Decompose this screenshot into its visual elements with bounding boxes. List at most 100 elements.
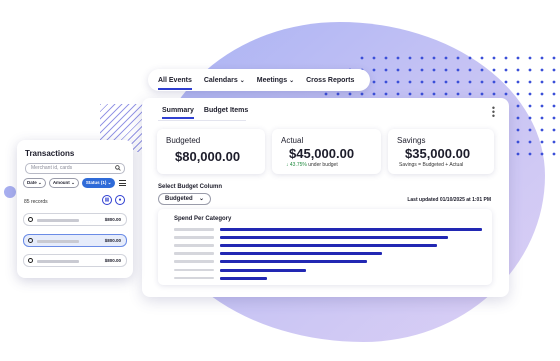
accent-dot-decoration [4,186,16,198]
decor-dot [420,56,424,60]
nav-calendars[interactable]: Calendars ⌄ [204,77,245,84]
spend-bar [220,268,307,272]
record-count: 85 records [24,199,48,205]
decor-dot [480,68,484,72]
decor-dot [540,92,544,96]
users-icon[interactable]: ● [115,195,125,205]
decor-dot [516,116,520,120]
metric-label: Savings [397,136,426,145]
arrow-down-icon: ↓ [286,162,289,168]
row-radio[interactable] [28,238,33,243]
metric-label: Actual [281,136,304,145]
decor-dot [540,128,544,132]
spend-bar-label [174,228,214,231]
decor-dot [504,80,508,84]
metric-percent: 43.75% [289,162,307,168]
decor-dot [408,56,412,60]
chevron-down-icon: ⌄ [289,77,295,84]
decor-dot [420,68,424,72]
table-row[interactable]: $800.00 [23,234,127,247]
calculator-icon[interactable]: ▦ [102,195,112,205]
decor-dot [372,92,376,96]
search-input[interactable]: Merchant id, cards [25,163,125,174]
last-updated: Last updated 01/10/2025 at 1:01 PM [407,197,491,203]
row-radio[interactable] [28,258,33,263]
search-icon[interactable] [115,165,121,171]
decor-dot [528,152,532,156]
filter-bar: Date ⌄ Amount ⌄ Status (1) ⌄ [23,178,127,188]
menu-icon[interactable] [119,180,127,186]
spend-bar-label [174,268,214,271]
decor-dot [528,80,532,84]
decor-dot [336,92,340,96]
kebab-icon[interactable]: • • • [492,104,495,121]
table-row[interactable]: $800.00 [23,254,127,267]
filter-amount[interactable]: Amount ⌄ [48,178,79,188]
filter-status[interactable]: Status (1) ⌄ [81,178,116,188]
decor-dot [456,80,460,84]
spend-bar-label [174,244,214,247]
spend-bar [220,236,448,240]
budget-column-select[interactable]: Budgeted ⌄ [158,193,211,205]
metric-value: $80,000.00 [175,149,241,164]
decor-dot [552,92,556,96]
nav-label: All Events [158,76,192,84]
filter-label: Status (1) [85,180,107,185]
decor-dot [396,92,400,96]
nav-meetings[interactable]: Meetings ⌄ [257,77,294,84]
nav-cross-reports[interactable]: Cross Reports [306,77,354,84]
decor-dot [360,56,364,60]
chevron-down-icon: ⌄ [239,77,245,84]
filter-date[interactable]: Date ⌄ [23,178,46,188]
metric-value: $45,000.00 [289,146,355,161]
row-placeholder-bar [37,260,79,263]
decor-dot [552,104,556,108]
decor-dot [396,56,400,60]
select-value: Budgeted [165,196,193,202]
decor-dot [384,68,388,72]
tab-summary[interactable]: Summary [162,107,194,119]
decor-dot [516,152,520,156]
budget-dashboard: Summary Budget Items • • • Budgeted $80,00… [142,98,509,297]
decor-dot [552,128,556,132]
decor-dot [492,56,496,60]
decor-dot [444,92,448,96]
spend-title: Spend Per Category [174,216,232,222]
decor-dot [468,68,472,72]
decor-dot [540,56,544,60]
decor-dot [528,128,532,132]
search-placeholder: Merchant id, cards [31,165,73,171]
row-radio[interactable] [28,217,33,222]
filter-label: Date [27,180,37,185]
select-budget-column-label: Select Budget Column [158,184,223,190]
decor-dot [444,80,448,84]
decor-dot [516,104,520,108]
decor-dot [552,80,556,84]
tab-budget-items[interactable]: Budget Items [204,107,248,119]
transactions-title: Transactions [25,149,75,158]
transaction-actions: ▦ ● [102,195,125,205]
decor-dot [504,92,508,96]
row-placeholder-bar [37,219,79,222]
nav-all-events[interactable]: All Events [158,76,192,90]
table-row[interactable]: $800.00 [23,213,127,226]
decor-dot [432,56,436,60]
decor-dot [468,80,472,84]
decor-dot [372,80,376,84]
nav-label: Meetings [256,76,288,84]
metric-savings: Savings $35,000.00 Savings = Budgeted + … [388,129,494,174]
decor-dot [468,92,472,96]
decor-dot [384,56,388,60]
decor-dot [540,80,544,84]
decor-dot [456,68,460,72]
spend-bar-label [174,236,214,239]
decor-dot [552,68,556,72]
decor-dot [384,92,388,96]
decor-dot [516,92,520,96]
metric-subtext: Savings = Budgeted + Actual [399,162,464,168]
decor-dot [408,68,412,72]
decor-dot [540,68,544,72]
spend-bar-label [174,252,214,255]
decor-dot [528,140,532,144]
decor-dot [528,92,532,96]
